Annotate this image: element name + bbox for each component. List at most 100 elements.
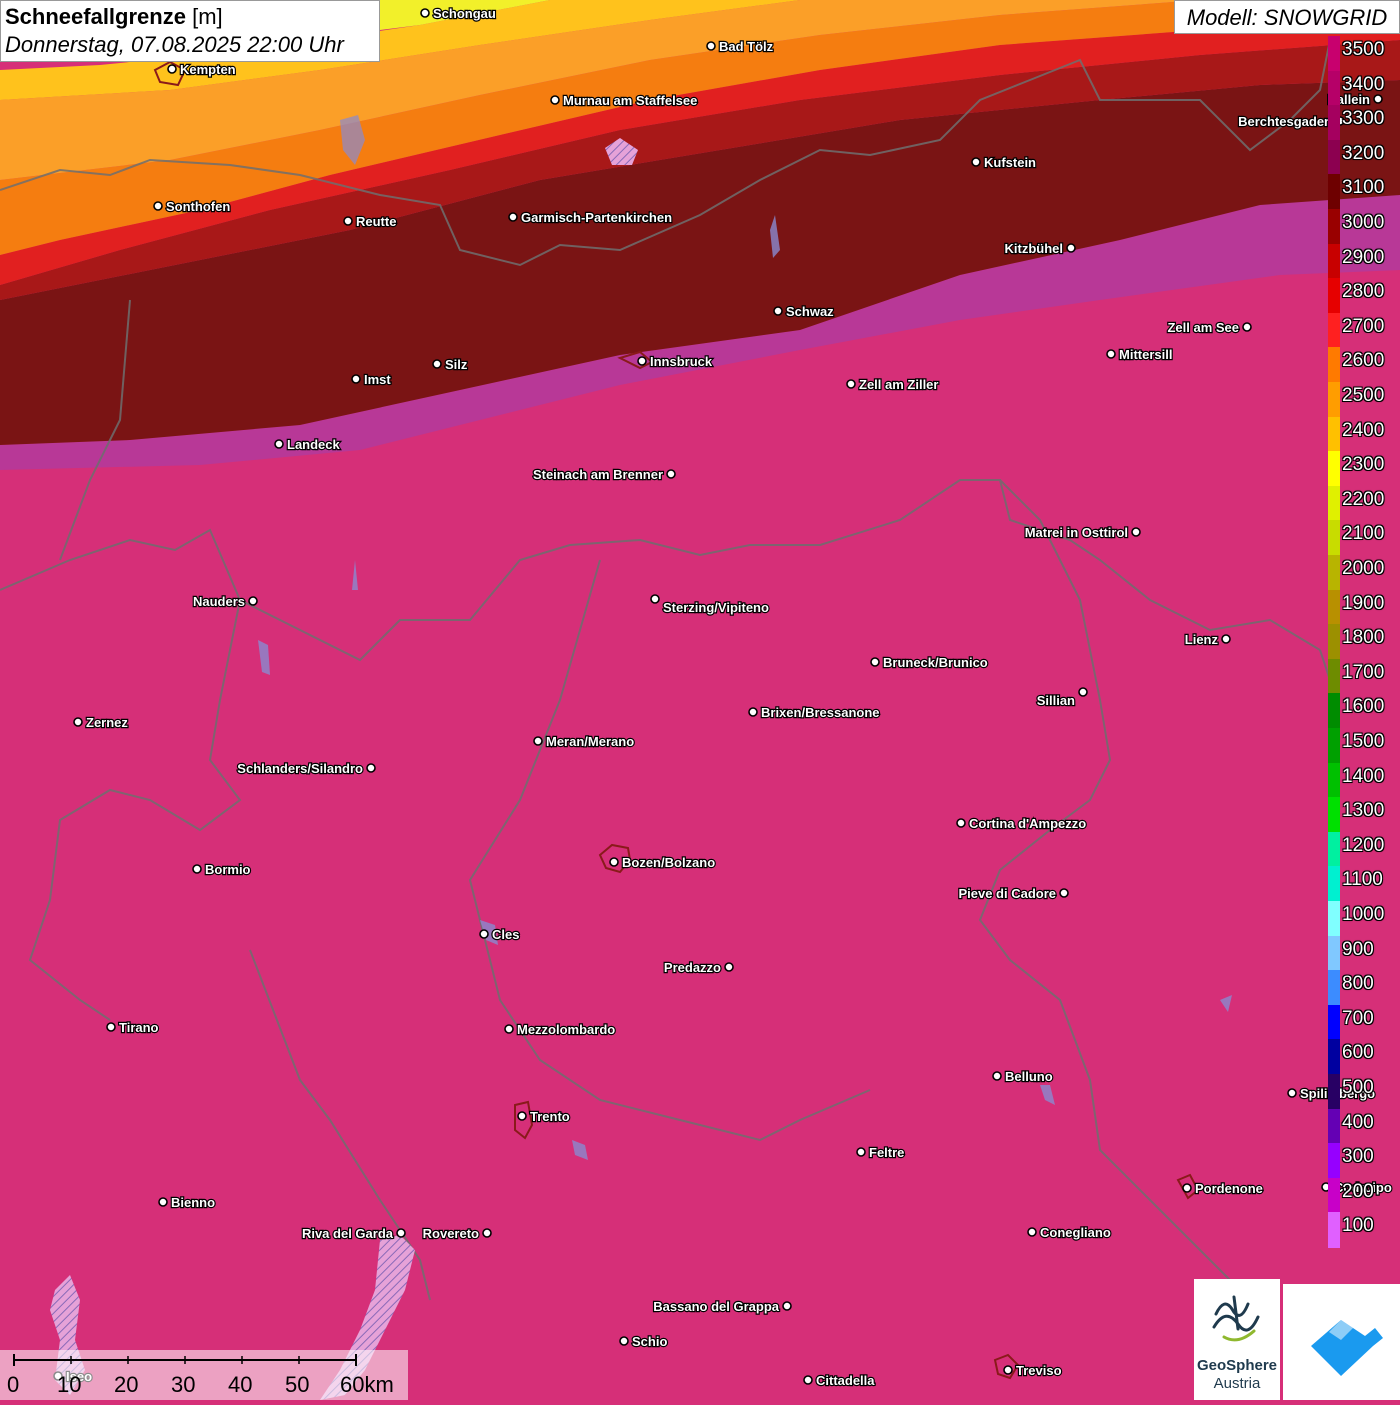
city-marker-dot xyxy=(479,929,489,939)
city-label: Lienz xyxy=(1185,632,1219,647)
legend-label-2100: 2100 xyxy=(1342,523,1385,545)
city-meran-merano[interactable]: Meran/Merano xyxy=(533,733,635,750)
city-label: Reutte xyxy=(356,214,396,229)
city-schongau[interactable]: Schongau xyxy=(420,5,497,22)
legend-swatch-3400 xyxy=(1328,70,1340,106)
city-marker-dot xyxy=(856,1147,866,1157)
city-marker-dot xyxy=(504,1024,514,1034)
city-marker-dot xyxy=(153,201,163,211)
city-riva-del-garda[interactable]: Riva del Garda xyxy=(301,1225,406,1242)
city-bassano-del-grappa[interactable]: Bassano del Grappa xyxy=(652,1298,792,1315)
city-label: Mezzolombardo xyxy=(517,1022,615,1037)
legend-label-2800: 2800 xyxy=(1342,281,1385,303)
legend-label-2400: 2400 xyxy=(1342,419,1385,441)
city-marker-dot xyxy=(1078,687,1088,697)
city-marker-dot xyxy=(1242,322,1252,332)
city-marker-dot xyxy=(482,1228,492,1238)
city-marker-dot xyxy=(971,157,981,167)
legend-swatch-700 xyxy=(1328,1004,1340,1040)
legend-label-200: 200 xyxy=(1342,1180,1374,1202)
city-marker-dot xyxy=(420,8,430,18)
city-marker-dot xyxy=(1182,1183,1192,1193)
legend-swatch-2700 xyxy=(1328,312,1340,348)
city-label: Nauders xyxy=(193,594,245,609)
legend-swatch-1200 xyxy=(1328,831,1340,867)
city-schlanders-silandro[interactable]: Schlanders/Silandro xyxy=(236,760,376,777)
legend-label-1100: 1100 xyxy=(1342,869,1383,891)
geosphere-logo-icon xyxy=(1212,1295,1260,1342)
unit-label: [m] xyxy=(192,4,223,29)
city-matrei-in-osttirol[interactable]: Matrei in Osttirol xyxy=(1024,524,1141,541)
city-label: Sonthofen xyxy=(166,199,230,214)
legend-label-300: 300 xyxy=(1342,1146,1374,1168)
city-label: Cles xyxy=(492,927,519,942)
city-sonthofen[interactable]: Sonthofen xyxy=(153,198,232,215)
city-marker-dot xyxy=(619,1336,629,1346)
city-label: Kufstein xyxy=(984,155,1036,170)
city-marker-dot xyxy=(167,64,177,74)
app-logo[interactable] xyxy=(1283,1284,1400,1400)
legend-label-3500: 3500 xyxy=(1342,39,1385,60)
city-marker-dot xyxy=(274,439,284,449)
city-zell-am-see[interactable]: Zell am See xyxy=(1166,319,1252,336)
city-marker-dot xyxy=(1003,1365,1013,1375)
legend-label-1200: 1200 xyxy=(1342,834,1385,856)
legend-swatch-1800 xyxy=(1328,624,1340,660)
legend-swatch-800 xyxy=(1328,970,1340,1006)
city-label: Silz xyxy=(445,357,468,372)
legend-label-600: 600 xyxy=(1342,1042,1374,1064)
legend-label-800: 800 xyxy=(1342,973,1374,995)
city-marker-dot xyxy=(1106,349,1116,359)
city-bruneck-brunico[interactable]: Bruneck/Brunico xyxy=(870,654,989,671)
city-marker-dot xyxy=(550,95,560,105)
city-cortina-d-ampezzo[interactable]: Cortina d'Ampezzo xyxy=(956,815,1087,832)
city-steinach-am-brenner[interactable]: Steinach am Brenner xyxy=(532,466,676,483)
city-label: Cortina d'Ampezzo xyxy=(969,816,1086,831)
legend-swatch-2200 xyxy=(1328,485,1340,521)
city-mezzolombardo[interactable]: Mezzolombardo xyxy=(504,1021,616,1038)
legend-swatch-1700 xyxy=(1328,658,1340,694)
city-marker-dot xyxy=(870,657,880,667)
legend-swatch-200 xyxy=(1328,1177,1340,1213)
legend-swatch-1900 xyxy=(1328,589,1340,625)
logo-text-austria: Austria xyxy=(1213,1375,1261,1392)
city-bozen-bolzano[interactable]: Bozen/Bolzano xyxy=(609,854,716,871)
city-marker-dot xyxy=(533,736,543,746)
city-marker-dot xyxy=(650,594,660,604)
city-marker-dot xyxy=(1059,888,1069,898)
city-garmisch-partenkirchen[interactable]: Garmisch-Partenkirchen xyxy=(508,209,673,226)
legend-swatch-2000 xyxy=(1328,555,1340,591)
city-label: Bassano del Grappa xyxy=(653,1299,779,1314)
city-label: Matrei in Osttirol xyxy=(1025,525,1128,540)
legend-label-3000: 3000 xyxy=(1342,212,1385,233)
city-conegliano[interactable]: Conegliano xyxy=(1027,1224,1112,1241)
legend-label-400: 400 xyxy=(1342,1111,1374,1133)
legend-label-2500: 2500 xyxy=(1342,385,1385,406)
city-label: Steinach am Brenner xyxy=(533,467,663,482)
logo-text-geosphere: GeoSphere xyxy=(1196,1357,1278,1374)
city-murnau-am-staffelsee[interactable]: Murnau am Staffelsee xyxy=(550,92,699,109)
legend-label-900: 900 xyxy=(1342,938,1374,960)
city-label: Mittersill xyxy=(1119,347,1172,362)
legend-label-1500: 1500 xyxy=(1342,731,1385,752)
scale-label-1: 10 xyxy=(57,1372,82,1397)
city-marker-dot xyxy=(517,1111,527,1121)
city-marker-dot xyxy=(956,818,966,828)
city-label: Landeck xyxy=(287,437,341,452)
city-marker-dot xyxy=(782,1301,792,1311)
city-marker-dot xyxy=(73,717,83,727)
city-pieve-di-cadore[interactable]: Pieve di Cadore xyxy=(957,885,1069,902)
city-pordenone[interactable]: Pordenone xyxy=(1182,1180,1264,1197)
map-title-box: Schneefallgrenze [m] Donnerstag, 07.08.2… xyxy=(0,0,380,62)
legend-swatch-400 xyxy=(1328,1108,1340,1144)
snowline-map[interactable]: Schongau Kempten Bad Tölz Murnau am Staffel… xyxy=(0,0,1400,1400)
city-marker-dot xyxy=(992,1071,1002,1081)
geosphere-logo[interactable]: GeoSphere Austria xyxy=(1194,1279,1280,1400)
city-zell-am-ziller[interactable]: Zell am Ziller xyxy=(846,376,940,393)
legend-swatch-100 xyxy=(1328,1212,1340,1248)
city-label: Innsbruck xyxy=(650,354,713,369)
city-innsbruck[interactable]: Innsbruck xyxy=(637,353,714,370)
legend-label-3400: 3400 xyxy=(1342,73,1385,95)
legend-swatch-3100 xyxy=(1328,174,1340,210)
city-brixen-bressanone[interactable]: Brixen/Bressanone xyxy=(748,704,881,721)
